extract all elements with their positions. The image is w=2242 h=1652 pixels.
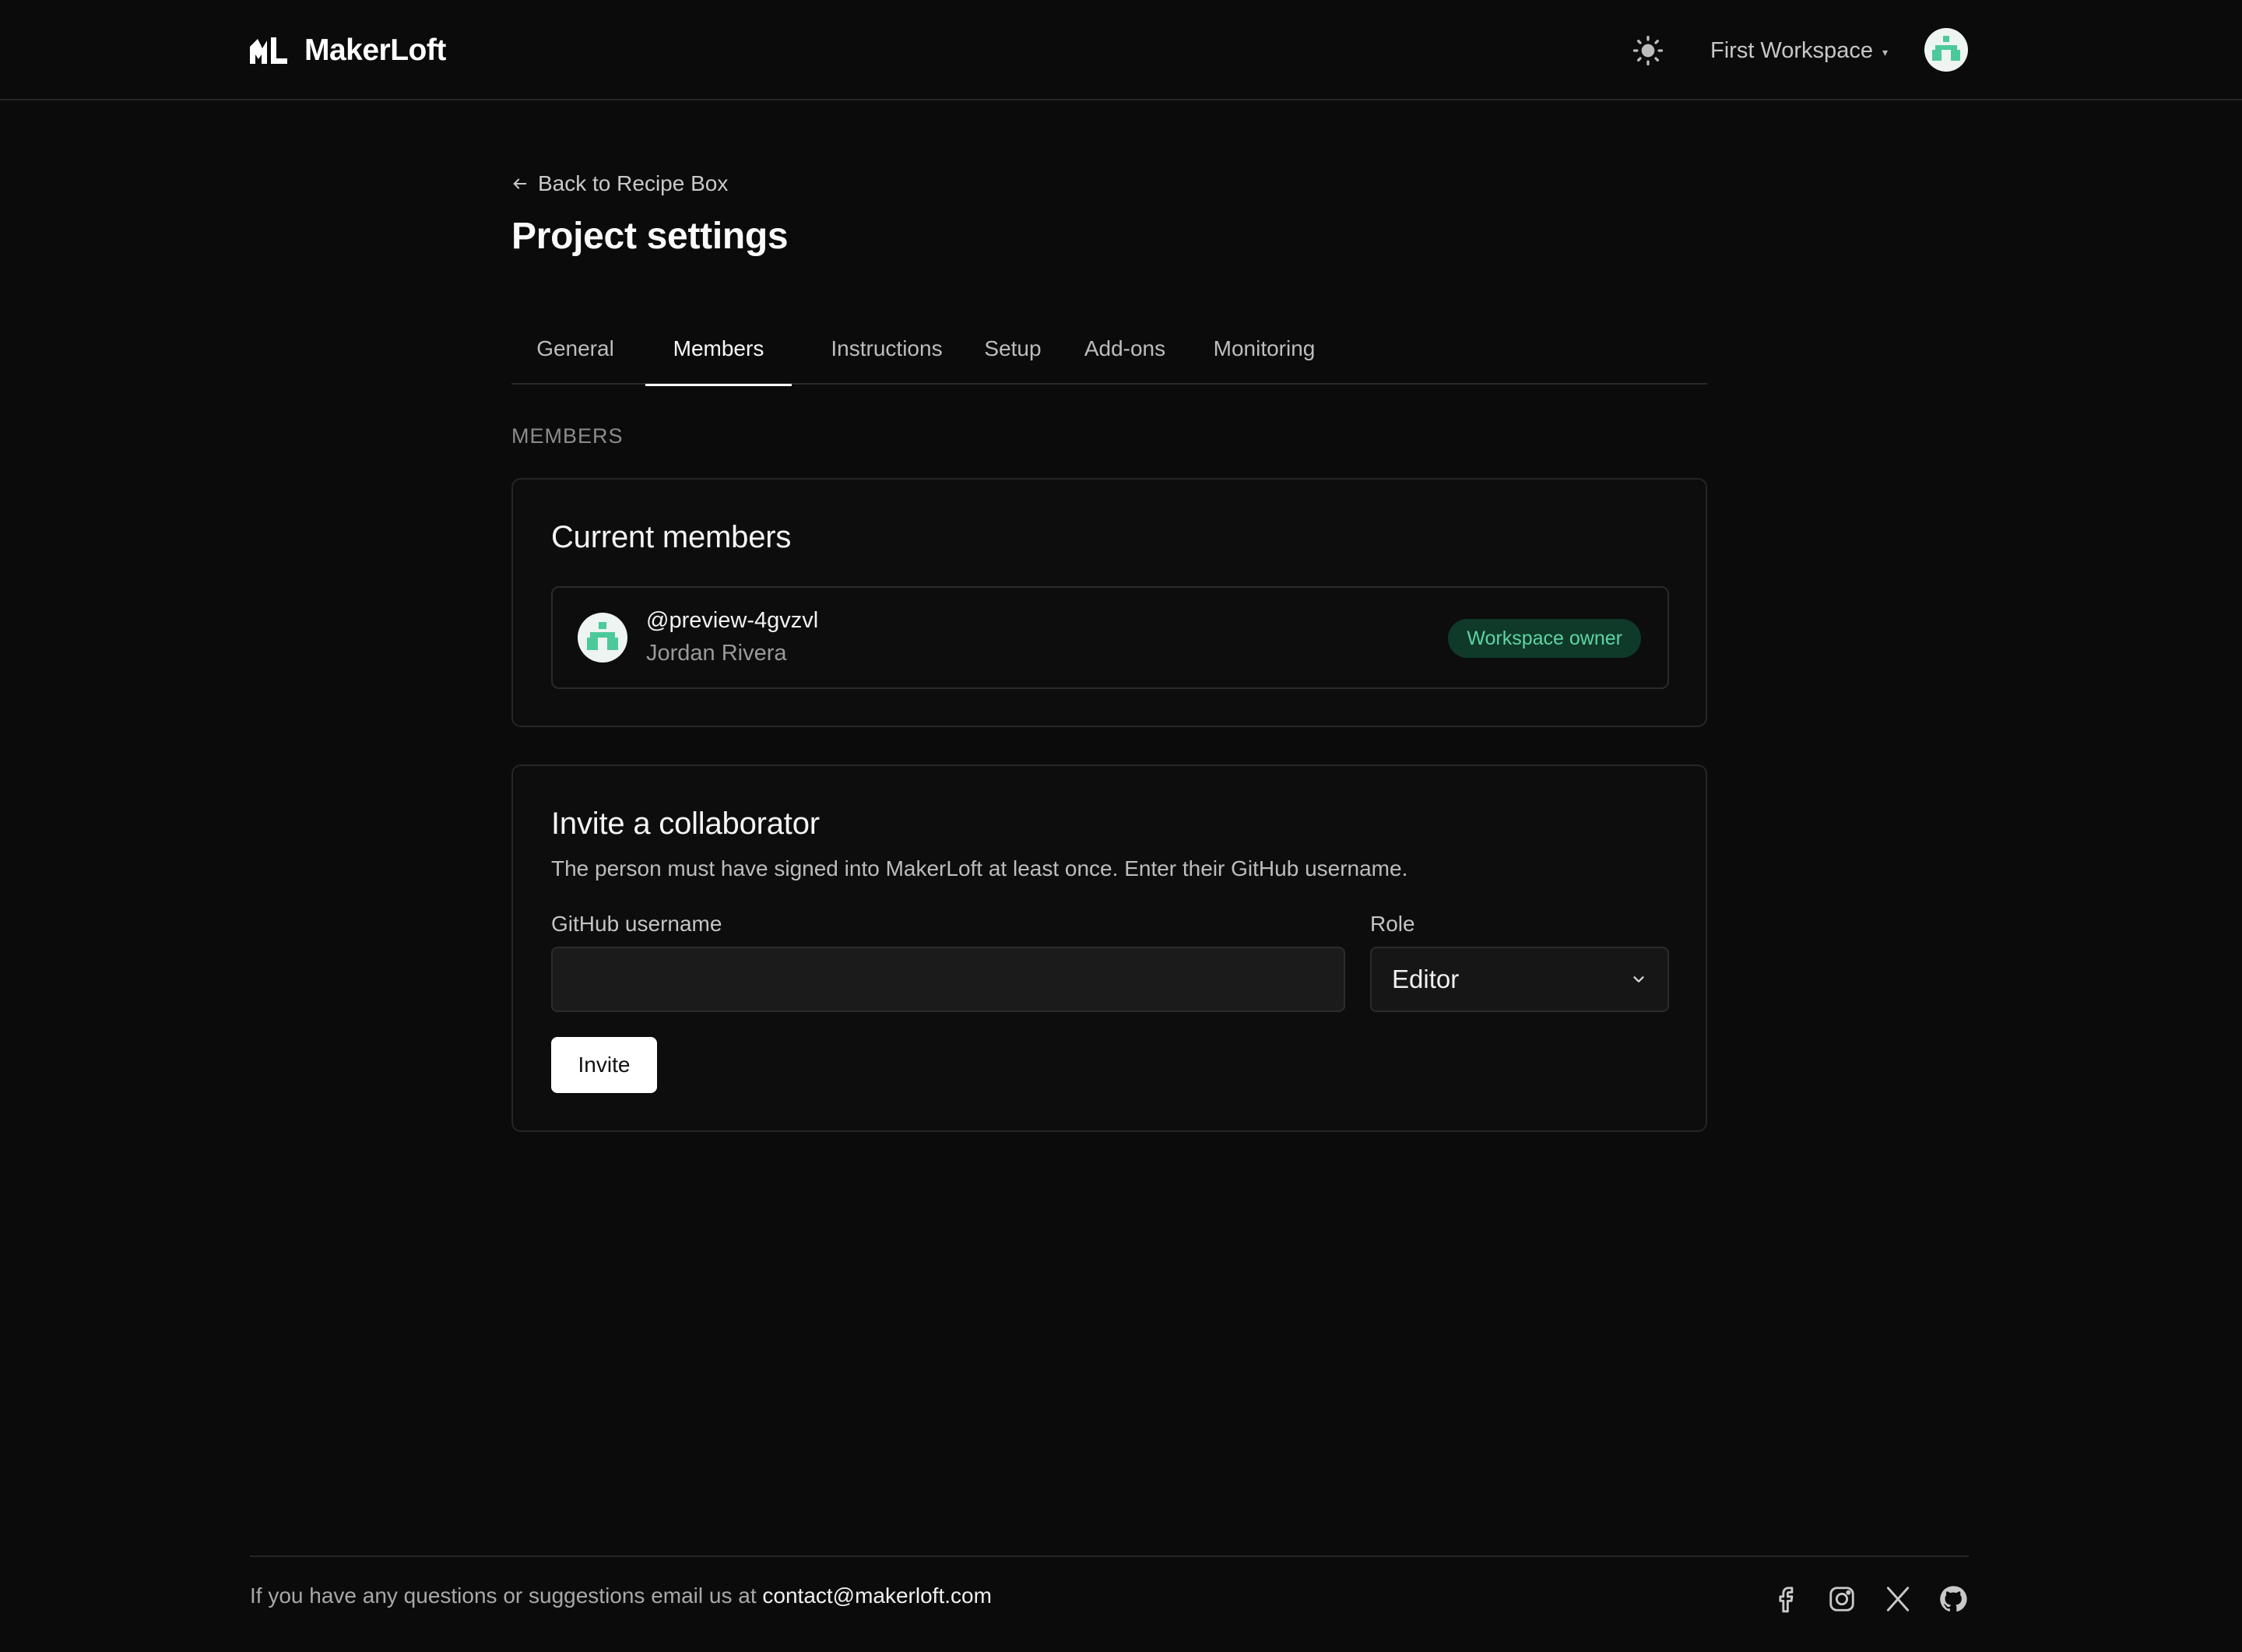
invite-description: The person must have signed into MakerLo… — [551, 856, 1408, 880]
sun-icon — [1632, 35, 1664, 66]
x-link[interactable] — [1881, 1582, 1915, 1616]
invite-button[interactable]: Invite — [551, 1037, 657, 1093]
footer-divider — [250, 1555, 1969, 1557]
github-link[interactable] — [1936, 1582, 1970, 1616]
role-badge: Workspace owner — [1448, 619, 1641, 658]
identicon-avatar-icon — [587, 622, 618, 650]
footer-text: If you have any questions or suggestions… — [250, 1583, 763, 1608]
facebook-icon — [1779, 1587, 1794, 1613]
github-username-input[interactable] — [551, 947, 1345, 1012]
brand-name: MakerLoft — [304, 33, 446, 67]
brand-logo-link[interactable]: MakerLoft — [250, 31, 446, 70]
page-title: Project settings — [511, 216, 789, 257]
member-full-name: Jordan Rivera — [646, 641, 787, 666]
footer-contact-text: If you have any questions or suggestions… — [250, 1583, 992, 1608]
x-twitter-icon — [1886, 1587, 1910, 1612]
theme-toggle-button[interactable] — [1629, 33, 1667, 69]
arrow-left-icon — [513, 178, 527, 189]
facebook-link[interactable] — [1769, 1582, 1803, 1616]
instagram-icon — [1829, 1587, 1854, 1612]
identicon-avatar-icon — [1932, 36, 1960, 61]
workspace-switcher[interactable]: First Workspace ▾ — [1710, 31, 1888, 70]
member-row: @preview-4gvzvl Jordan Rivera Workspace … — [551, 586, 1669, 689]
instagram-link[interactable] — [1825, 1582, 1859, 1616]
tab-add-ons[interactable]: Add-ons — [1078, 333, 1172, 385]
makerloft-logo-icon — [250, 37, 287, 64]
section-label: MEMBERS — [511, 424, 624, 448]
settings-tabs: General Members Instructions Setup Add-o… — [511, 324, 1707, 386]
chevron-down-icon: ▾ — [1882, 45, 1888, 58]
current-members-title: Current members — [551, 520, 792, 554]
tab-members[interactable]: Members — [645, 333, 792, 386]
user-avatar[interactable] — [1924, 28, 1968, 72]
invite-title: Invite a collaborator — [551, 807, 820, 841]
invite-collaborator-card: Invite a collaborator The person must ha… — [511, 764, 1707, 1132]
role-select[interactable]: Editor — [1370, 947, 1669, 1012]
tab-monitoring[interactable]: Monitoring — [1206, 333, 1323, 385]
tab-setup[interactable]: Setup — [980, 333, 1045, 385]
role-select-value: Editor — [1392, 965, 1460, 993]
workspace-name: First Workspace — [1710, 37, 1873, 63]
member-handle: @preview-4gvzvl — [646, 608, 819, 633]
back-link-label: Back to Recipe Box — [538, 171, 729, 195]
github-username-label: GitHub username — [551, 912, 722, 936]
back-to-project-link[interactable]: Back to Recipe Box — [511, 170, 728, 198]
tab-instructions[interactable]: Instructions — [821, 333, 952, 385]
current-members-card: Current members @preview-4gvzvl Jordan R… — [511, 478, 1707, 727]
tab-general[interactable]: General — [536, 333, 614, 385]
role-label: Role — [1370, 912, 1415, 936]
top-navbar: MakerLoft First Workspace ▾ — [0, 0, 2242, 100]
contact-email-link[interactable]: contact@makerloft.com — [762, 1583, 992, 1608]
member-avatar — [578, 613, 627, 663]
chevron-down-icon — [1633, 976, 1644, 982]
github-icon — [1940, 1586, 1967, 1612]
